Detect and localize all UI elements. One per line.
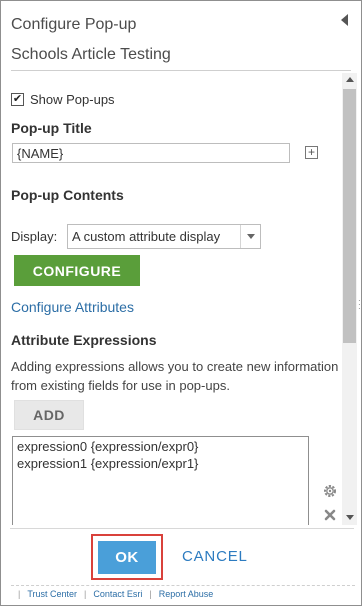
contact-esri-link[interactable]: Contact Esri [93,589,142,599]
footer-links: | Trust Center | Contact Esri | Report A… [11,585,355,601]
list-item[interactable]: expression1 {expression/expr1} [17,455,304,472]
popup-contents-heading: Pop-up Contents [11,187,124,203]
attribute-expressions-description: Adding expressions allows you to create … [11,359,339,393]
configure-button[interactable]: CONFIGURE [14,255,140,286]
footer-separator: | [149,588,152,599]
layer-name: Schools Article Testing [11,46,171,63]
display-label: Display: [11,229,58,244]
display-select[interactable]: A custom attribute display [67,224,261,249]
attribute-expressions-heading: Attribute Expressions [11,332,157,348]
collapse-arrow-icon[interactable] [341,14,348,26]
cancel-button[interactable]: CANCEL [182,548,248,565]
content-scrollbar[interactable] [342,73,357,525]
panel-content: ✔ Show Pop-ups Pop-up Title + Pop-up Con… [2,73,341,525]
scroll-down-icon[interactable] [346,515,354,520]
insert-field-icon[interactable]: + [305,146,318,159]
footer-divider [10,528,354,529]
expression-list[interactable]: expression0 {expression/expr0} expressio… [12,436,309,525]
popup-title-input[interactable] [12,143,290,163]
show-popups-row[interactable]: ✔ Show Pop-ups [11,92,115,107]
resize-handle-icon[interactable]: · · · [358,297,361,313]
popup-title-heading: Pop-up Title [11,120,92,136]
panel-title: Configure Pop-up [11,16,137,33]
add-expression-button[interactable]: ADD [14,400,84,430]
ok-button[interactable]: OK [98,541,156,574]
panel-header: Configure Pop-up Schools Article Testing [2,2,352,72]
scrollbar-thumb[interactable] [343,89,356,343]
header-divider [11,70,351,71]
list-item[interactable]: expression0 {expression/expr0} [17,438,304,455]
configure-popup-panel: Configure Pop-up Schools Article Testing… [0,0,362,606]
footer-separator: | [18,588,21,599]
show-popups-checkbox[interactable]: ✔ [11,93,24,106]
configure-attributes-link[interactable]: Configure Attributes [11,299,134,315]
show-popups-label: Show Pop-ups [30,92,115,107]
trust-center-link[interactable]: Trust Center [27,589,77,599]
scroll-up-icon[interactable] [346,77,354,82]
footer-separator: | [84,588,87,599]
gear-icon[interactable] [322,483,338,499]
display-select-value: A custom attribute display [72,229,221,244]
chevron-down-icon[interactable] [240,225,260,248]
report-abuse-link[interactable]: Report Abuse [159,589,214,599]
close-icon[interactable] [322,507,338,523]
